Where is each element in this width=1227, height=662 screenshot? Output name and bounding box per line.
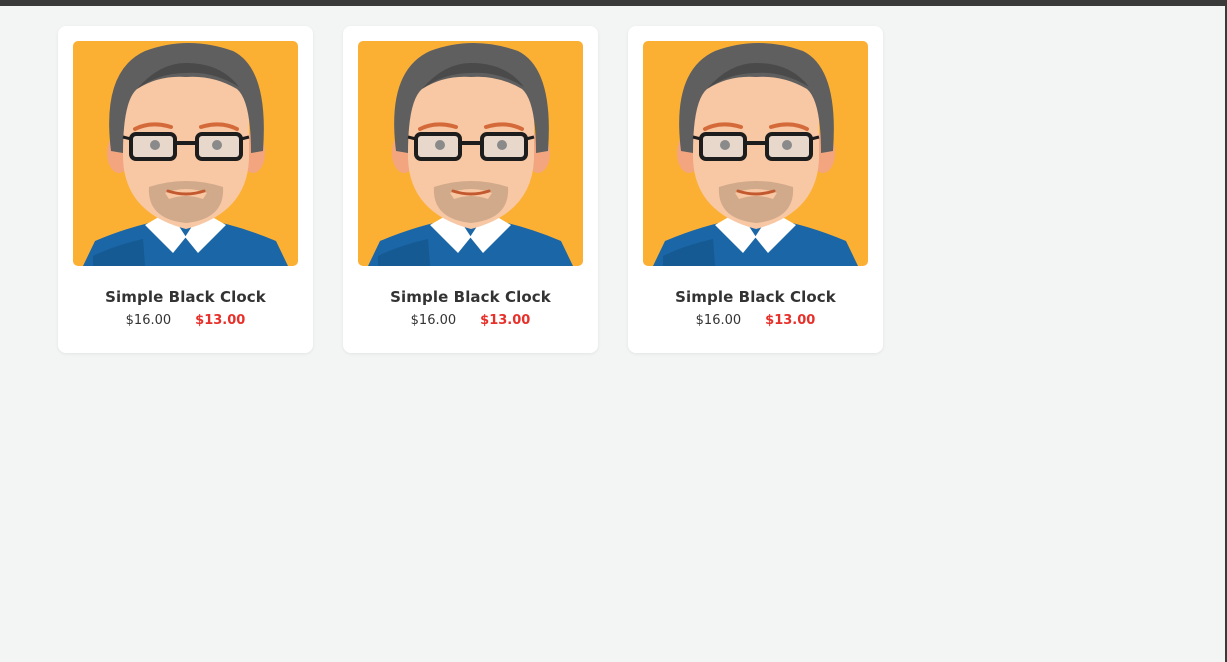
original-price: $16.00 <box>410 313 457 328</box>
product-name[interactable]: Simple Black Clock <box>343 288 598 306</box>
product-image[interactable] <box>73 41 298 266</box>
avatar-icon <box>643 41 868 266</box>
avatar-icon <box>73 41 298 266</box>
sale-price: $13.00 <box>765 313 816 328</box>
sale-price: $13.00 <box>480 313 531 328</box>
top-bar <box>0 0 1227 6</box>
product-card[interactable]: Simple Black Clock $16.00 $13.00 <box>628 26 883 353</box>
product-name[interactable]: Simple Black Clock <box>58 288 313 306</box>
product-card[interactable]: Simple Black Clock $16.00 $13.00 <box>343 26 598 353</box>
product-grid: Simple Black Clock $16.00 $13.00 Simple … <box>58 26 883 353</box>
product-card[interactable]: Simple Black Clock $16.00 $13.00 <box>58 26 313 353</box>
price-row: $16.00 $13.00 <box>628 313 883 328</box>
product-image[interactable] <box>643 41 868 266</box>
product-name[interactable]: Simple Black Clock <box>628 288 883 306</box>
product-image[interactable] <box>358 41 583 266</box>
original-price: $16.00 <box>125 313 172 328</box>
avatar-icon <box>358 41 583 266</box>
price-row: $16.00 $13.00 <box>58 313 313 328</box>
price-row: $16.00 $13.00 <box>343 313 598 328</box>
original-price: $16.00 <box>695 313 742 328</box>
sale-price: $13.00 <box>195 313 246 328</box>
